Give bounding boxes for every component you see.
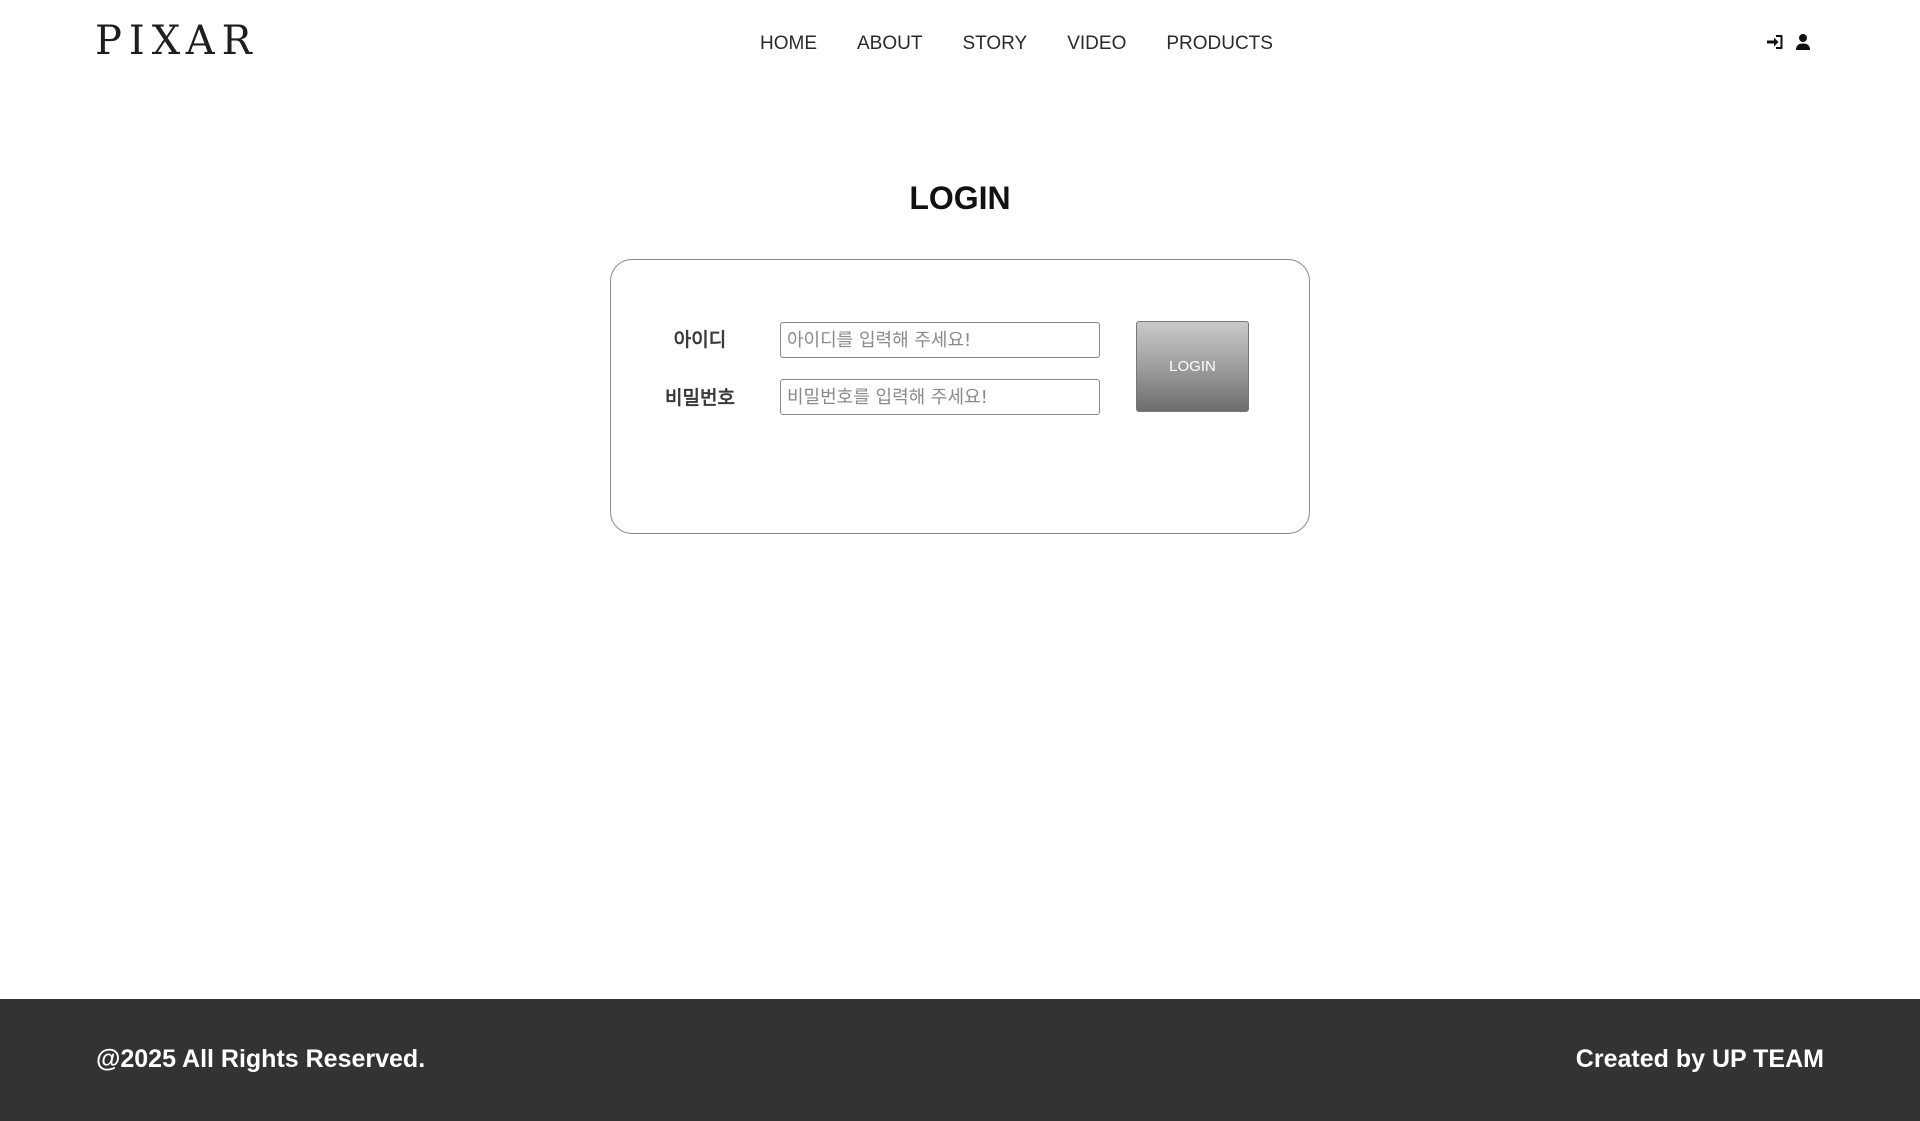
pixar-logo[interactable]: PIXAR bbox=[95, 18, 259, 64]
nav-about[interactable]: ABOUT bbox=[857, 32, 922, 56]
header-icons bbox=[1766, 33, 1812, 51]
nav-products[interactable]: PRODUCTS bbox=[1166, 32, 1273, 56]
site-header: PIXAR HOME ABOUT STORY VIDEO PRODUCTS bbox=[0, 0, 1920, 88]
password-label: 비밀번호 bbox=[665, 388, 735, 409]
nav-home[interactable]: HOME bbox=[760, 32, 817, 56]
page: PIXAR HOME ABOUT STORY VIDEO PRODUCTS LO… bbox=[0, 0, 1920, 1121]
login-button[interactable]: LOGIN bbox=[1136, 321, 1249, 412]
nav-video[interactable]: VIDEO bbox=[1067, 32, 1126, 56]
credit-text: Created by UP TEAM bbox=[1575, 1045, 1824, 1073]
id-label: 아이디 bbox=[673, 330, 727, 351]
main-nav: HOME ABOUT STORY VIDEO PRODUCTS bbox=[760, 32, 1313, 56]
site-footer: @2025 All Rights Reserved. Created by UP… bbox=[0, 999, 1920, 1121]
login-icon[interactable] bbox=[1766, 33, 1784, 51]
page-title: LOGIN bbox=[909, 180, 1011, 216]
user-icon[interactable] bbox=[1794, 33, 1812, 51]
copyright-text: @2025 All Rights Reserved. bbox=[96, 1045, 426, 1073]
id-input[interactable] bbox=[780, 322, 1100, 358]
password-input[interactable] bbox=[780, 379, 1100, 415]
nav-story[interactable]: STORY bbox=[962, 32, 1027, 56]
